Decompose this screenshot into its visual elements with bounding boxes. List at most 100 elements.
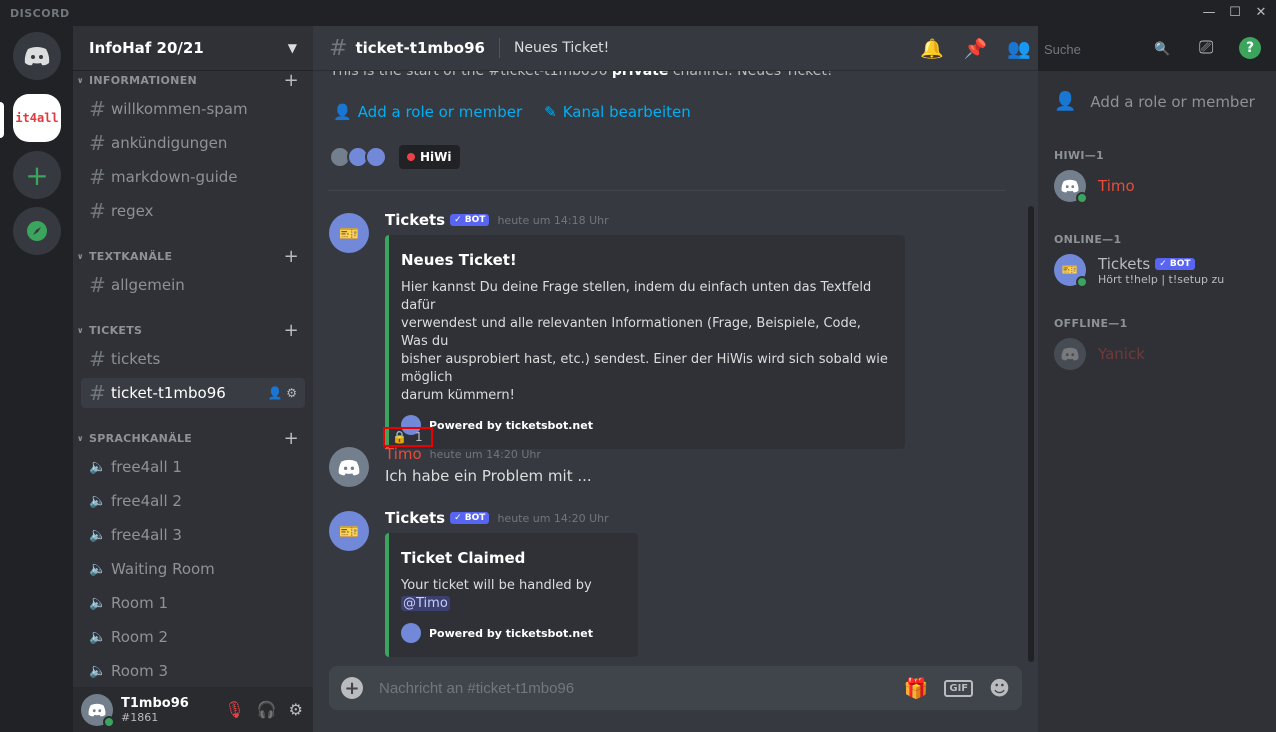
collapse-arrow-icon: ∨: [77, 251, 84, 261]
home-button[interactable]: [13, 32, 61, 80]
voice-channel-free4all-3[interactable]: 🔈 free4all 3: [81, 520, 305, 550]
search-icon[interactable]: 🔍: [1154, 42, 1170, 57]
voice-channel-free4all-2[interactable]: 🔈 free4all 2: [81, 486, 305, 516]
invite-icon[interactable]: 👤: [267, 386, 282, 400]
deafen-headphones-icon[interactable]: 🎧: [257, 700, 277, 719]
add-attachment-icon[interactable]: +: [341, 677, 363, 699]
header-toolbar: 🔔 📌 👥: [920, 26, 1031, 71]
channel-ankuendigungen[interactable]: # ankündigungen: [81, 128, 305, 158]
gift-icon[interactable]: 🎁: [903, 676, 928, 700]
button-label: Add a role or member: [1090, 92, 1255, 111]
add-member-icon: 👤: [333, 103, 352, 121]
category-sprachkanaele[interactable]: ∨ SPRACHKANÄLE +: [77, 428, 309, 449]
username: T1mbo96: [121, 695, 189, 711]
online-status-icon: [103, 715, 115, 728]
channel-ticket-t1mbo96[interactable]: # ticket-t1mbo96 👤 ⚙: [81, 378, 305, 408]
maximize-icon[interactable]: ☐: [1222, 2, 1248, 24]
edit-channel-link[interactable]: ✎ Kanal bearbeiten: [544, 103, 691, 121]
user-mention[interactable]: @Timo: [401, 596, 450, 611]
category-label: TEXTKANÄLE: [89, 249, 173, 263]
role-label: HiWi: [420, 150, 452, 164]
message-author[interactable]: Tickets: [385, 509, 445, 527]
channel-label: willkommen-spam: [111, 100, 248, 118]
minimize-icon[interactable]: —: [1196, 2, 1222, 24]
selected-server-indicator: [0, 102, 4, 138]
voice-channel-room-2[interactable]: 🔈 Room 2: [81, 622, 305, 652]
member-group-header: HIWI—1: [1054, 149, 1104, 162]
message-text: Ich habe ein Problem mit ...: [385, 467, 592, 485]
help-icon[interactable]: ?: [1239, 37, 1261, 59]
emoji-icon[interactable]: ☻: [989, 676, 1010, 700]
text-channel-icon: #: [89, 165, 106, 189]
gif-icon[interactable]: GIF: [944, 679, 974, 697]
add-role-or-member-link[interactable]: 👤 Add a role or member: [333, 103, 522, 121]
create-channel-icon[interactable]: +: [284, 428, 299, 449]
voice-channel-room-3[interactable]: 🔈 Room 3: [81, 656, 305, 686]
add-server-button[interactable]: +: [13, 151, 61, 199]
user-info[interactable]: T1mbo96 #1861: [121, 696, 189, 724]
channel-tickets[interactable]: # tickets: [81, 344, 305, 374]
member-activity: Hört t!help | t!setup zu: [1098, 272, 1225, 286]
explore-servers-button[interactable]: [13, 207, 61, 255]
create-channel-icon[interactable]: +: [284, 71, 299, 91]
category-informationen[interactable]: ∨ INFORMATIONEN +: [77, 71, 309, 91]
member-yanick[interactable]: Yanick: [1054, 338, 1145, 370]
member-name: Timo: [1098, 177, 1135, 195]
category-tickets[interactable]: ∨ TICKETS +: [77, 320, 309, 341]
message-author[interactable]: Tickets: [385, 211, 445, 229]
embed-footer: Powered by ticketsbot.net: [401, 623, 622, 643]
ticketsbot-icon: [401, 623, 421, 643]
search-input[interactable]: [1044, 41, 1154, 57]
gear-icon[interactable]: ⚙: [289, 700, 303, 719]
role-pill-hiwi[interactable]: HiWi: [399, 145, 460, 169]
server-it4all[interactable]: it4all: [13, 94, 61, 142]
create-channel-icon[interactable]: +: [284, 246, 299, 267]
create-channel-icon[interactable]: +: [284, 320, 299, 341]
mute-microphone-icon[interactable]: 🎙: [224, 700, 244, 719]
embed-line: verwendest und alle relevanten Informati…: [401, 316, 861, 349]
channel-markdown-guide[interactable]: # markdown-guide: [81, 162, 305, 192]
reaction-lock[interactable]: 🔒 1: [383, 427, 433, 447]
guild-header[interactable]: InfoHaf 20/21 ▼: [73, 26, 313, 71]
private-speaker-icon: 🔈: [89, 663, 107, 679]
reaction-count: 1: [414, 430, 423, 444]
embed-title: Ticket Claimed: [401, 549, 526, 567]
avatar[interactable]: [329, 447, 369, 487]
speaker-icon: 🔈: [89, 459, 107, 475]
scrollbar[interactable]: [1028, 206, 1034, 662]
message-author[interactable]: Timo: [385, 445, 422, 463]
channel-label: free4all 3: [111, 526, 182, 544]
embed-text: Your ticket will be handled by: [401, 578, 592, 593]
category-textkanaele[interactable]: ∨ TEXTKANÄLE +: [77, 246, 309, 267]
avatar[interactable]: 🎫: [329, 511, 369, 551]
inbox-icon[interactable]: ⎚: [1199, 37, 1213, 58]
discord-logo-icon: [88, 703, 106, 716]
voice-channel-free4all-1[interactable]: 🔈 free4all 1: [81, 452, 305, 482]
channel-sidebar: InfoHaf 20/21 ▼ ∨ INFORMATIONEN + # willkom…: [73, 26, 313, 732]
divider: [328, 190, 1005, 191]
gear-icon[interactable]: ⚙: [286, 386, 297, 400]
category-label: TICKETS: [89, 323, 143, 337]
channel-regex[interactable]: # regex: [81, 196, 305, 226]
avatar[interactable]: [365, 146, 387, 168]
embed-line: darum kümmern!: [401, 388, 515, 403]
voice-channel-room-1[interactable]: 🔈 Room 1: [81, 588, 305, 618]
avatar[interactable]: 🎫: [329, 213, 369, 253]
discord-app: DISCORD — ☐ ✕ it4all + InfoHaf 20/21 ▼ ∨…: [0, 0, 1276, 732]
avatar[interactable]: [81, 693, 115, 728]
channel-allgemein[interactable]: # allgemein: [81, 270, 305, 300]
embed: Neues Ticket! Hier kannst Du deine Frage…: [385, 235, 905, 449]
members-icon[interactable]: 👥: [1007, 37, 1031, 60]
close-icon[interactable]: ✕: [1248, 2, 1274, 24]
channel-willkommen-spam[interactable]: # willkommen-spam: [81, 94, 305, 124]
member-tickets[interactable]: 🎫 Tickets ✓ BOT Hört t!help | t!setup zu: [1054, 254, 1225, 288]
collapse-arrow-icon: ∨: [77, 325, 84, 335]
pin-icon[interactable]: 📌: [964, 37, 988, 60]
bell-icon[interactable]: 🔔: [920, 37, 944, 60]
message-input[interactable]: [379, 679, 904, 697]
voice-channel-waiting-room[interactable]: 🔈 Waiting Room: [81, 554, 305, 584]
channel-label: allgemein: [111, 276, 185, 294]
member-timo[interactable]: Timo: [1054, 170, 1135, 204]
channel-label: Room 1: [111, 594, 169, 612]
add-role-or-member-button[interactable]: 👤 Add a role or member: [1054, 91, 1255, 112]
